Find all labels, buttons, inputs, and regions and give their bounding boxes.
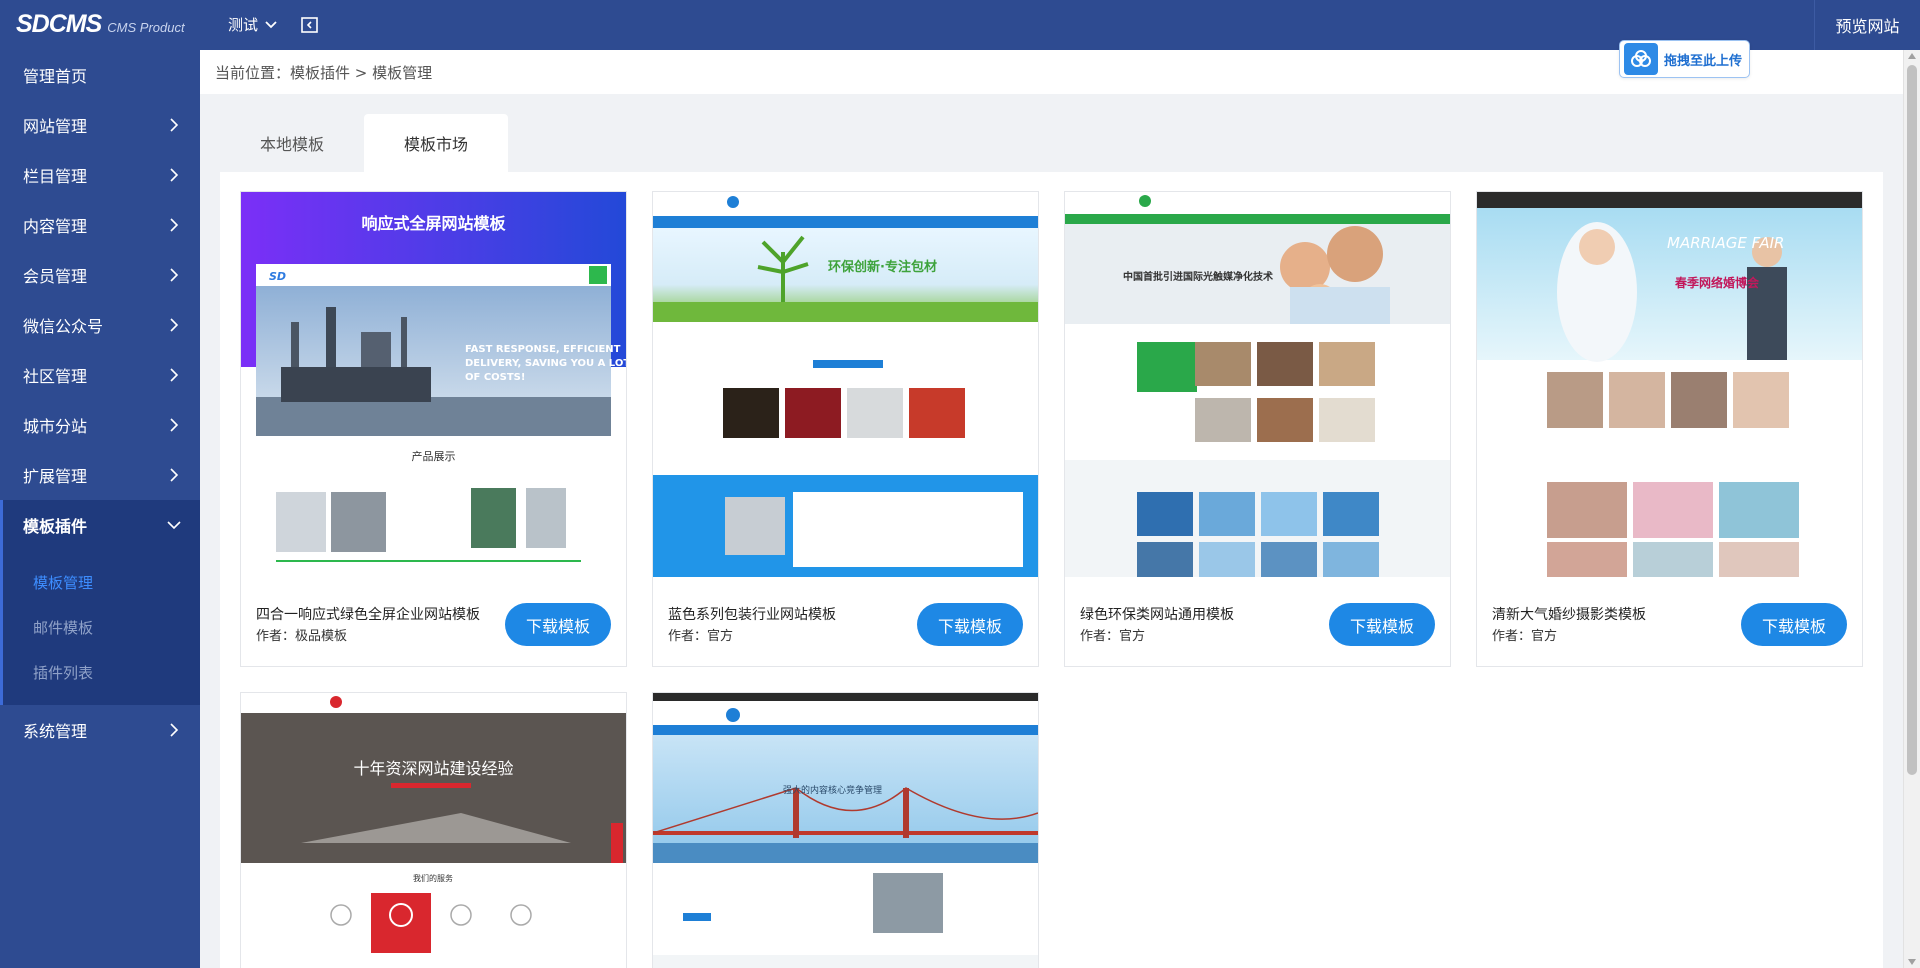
chevron-right-icon <box>170 168 179 182</box>
template-title: 清新大气婚纱摄影类模板 <box>1492 607 1646 623</box>
sidebar-item-label: 扩展管理 <box>23 467 88 486</box>
thumb-headline: 强大的内容核心竞争管理 <box>783 786 883 796</box>
sidebar-item-template-plugin[interactable]: 模板插件 <box>0 500 200 550</box>
template-card: 环保创新·专注包材 蓝色系列包装行业网站模板 作者：官方 下载模板 <box>652 191 1039 667</box>
template-card: 我们的服务 十年资深网站建设经验 <box>240 692 627 968</box>
sidebar-item-label: 栏目管理 <box>23 167 88 186</box>
svg-text:DELIVERY, SAVING YOU A LOT: DELIVERY, SAVING YOU A LOT <box>465 358 626 369</box>
sidebar-item-home[interactable]: 管理首页 <box>0 50 200 100</box>
thumb-headline: 环保创新·专注包材 <box>828 260 937 275</box>
cloud-upload-icon <box>1624 43 1658 75</box>
template-card: 中国首批引进国际光触媒净化技术 绿色环保类网站通用模板 作者：官方 下载模板 <box>1064 191 1451 667</box>
template-thumbnail[interactable]: 环保创新·专注包材 <box>653 192 1038 577</box>
download-template-button[interactable]: 下载模板 <box>1741 603 1847 646</box>
sidebar: 管理首页 网站管理 栏目管理 内容管理 会员管理 微信公众号 社区管理 城市分站… <box>0 50 200 968</box>
logo-sub: CMS Product <box>107 20 185 35</box>
collapse-sidebar-icon[interactable] <box>300 15 320 35</box>
tab-local-templates[interactable]: 本地模板 <box>220 114 364 172</box>
template-market-panel: SD FAST RESPONSE, EFFICIENT DELIVERY, SA… <box>220 172 1883 968</box>
chevron-right-icon <box>170 268 179 282</box>
sidebar-item-wechat[interactable]: 微信公众号 <box>0 300 200 350</box>
sidebar-item-label: 会员管理 <box>23 267 88 286</box>
template-card: MARRIAGE FAIR 春季网络婚博会 清新大气婚纱摄影类模板 作者：官方 … <box>1476 191 1863 667</box>
page-scrollbar[interactable] <box>1903 50 1920 968</box>
chevron-right-icon <box>170 318 179 332</box>
upload-label: 拖拽至此上传 <box>1664 53 1743 69</box>
template-card: 强大的内容核心竞争管理 <box>652 692 1039 968</box>
sidebar-item-column[interactable]: 栏目管理 <box>0 150 200 200</box>
chevron-right-icon <box>170 418 179 432</box>
template-title: 蓝色系列包装行业网站模板 <box>668 607 836 623</box>
sidebar-item-site[interactable]: 网站管理 <box>0 100 200 150</box>
drag-upload-button[interactable]: 拖拽至此上传 <box>1619 40 1750 78</box>
sidebar-item-label: 城市分站 <box>23 417 88 436</box>
scrollbar-thumb[interactable] <box>1907 65 1917 775</box>
sidebar-subitem-plugin-list[interactable]: 插件列表 <box>3 650 200 695</box>
sidebar-item-label: 网站管理 <box>23 117 88 136</box>
thumb-tagline: 春季网络婚博会 <box>1675 276 1760 290</box>
template-author: 作者：官方 <box>668 629 734 644</box>
thumb-headline: MARRIAGE FAIR <box>1667 234 1785 252</box>
svg-text:FAST RESPONSE, EFFICIENT: FAST RESPONSE, EFFICIENT <box>465 344 621 355</box>
template-thumbnail[interactable]: 中国首批引进国际光触媒净化技术 <box>1065 192 1450 577</box>
sidebar-item-system[interactable]: 系统管理 <box>0 705 200 755</box>
scroll-up-icon[interactable] <box>1908 53 1916 59</box>
download-template-button[interactable]: 下载模板 <box>917 603 1023 646</box>
chevron-right-icon <box>170 118 179 132</box>
svg-text:OF COSTS!: OF COSTS! <box>465 372 525 383</box>
svg-text:SD: SD <box>269 270 286 283</box>
template-thumbnail[interactable]: 我们的服务 十年资深网站建设经验 <box>241 693 626 968</box>
sidebar-item-label: 微信公众号 <box>23 317 104 336</box>
site-name: 测试 <box>228 16 259 34</box>
sidebar-item-city[interactable]: 城市分站 <box>0 400 200 450</box>
chevron-down-icon <box>265 20 277 28</box>
template-title: 绿色环保类网站通用模板 <box>1080 607 1234 623</box>
sidebar-item-community[interactable]: 社区管理 <box>0 350 200 400</box>
thumb-headline: 响应式全屏网站模板 <box>361 214 506 233</box>
chevron-right-icon <box>170 368 179 382</box>
sidebar-item-label: 管理首页 <box>23 67 88 86</box>
download-template-button[interactable]: 下载模板 <box>1329 603 1435 646</box>
template-author: 作者：极品模板 <box>256 629 348 644</box>
sidebar-item-member[interactable]: 会员管理 <box>0 250 200 300</box>
sidebar-item-label: 内容管理 <box>23 217 88 236</box>
template-thumbnail[interactable]: 强大的内容核心竞争管理 <box>653 693 1038 968</box>
preview-site-button[interactable]: 预览网站 <box>1814 0 1920 50</box>
template-thumbnail[interactable]: MARRIAGE FAIR 春季网络婚博会 <box>1477 192 1862 577</box>
sidebar-item-label: 系统管理 <box>23 722 88 741</box>
template-title: 四合一响应式绿色全屏企业网站模板 <box>256 607 480 623</box>
chevron-right-icon <box>170 218 179 232</box>
template-author: 作者：官方 <box>1080 629 1146 644</box>
sidebar-item-content[interactable]: 内容管理 <box>0 200 200 250</box>
template-thumbnail[interactable]: SD FAST RESPONSE, EFFICIENT DELIVERY, SA… <box>241 192 626 577</box>
sidebar-subitem-template-manage[interactable]: 模板管理 <box>3 560 200 605</box>
sidebar-subitem-mail-template[interactable]: 邮件模板 <box>3 605 200 650</box>
template-card: SD FAST RESPONSE, EFFICIENT DELIVERY, SA… <box>240 191 627 667</box>
sidebar-item-label: 模板插件 <box>23 517 88 536</box>
site-selector[interactable]: 测试 <box>228 14 278 35</box>
svg-text:我们的服务: 我们的服务 <box>413 873 453 883</box>
submenu-template-plugin: 模板管理 邮件模板 插件列表 <box>0 550 200 705</box>
download-template-button[interactable]: 下载模板 <box>505 603 611 646</box>
chevron-down-icon <box>167 521 181 530</box>
scroll-down-icon[interactable] <box>1908 959 1916 965</box>
chevron-right-icon <box>170 468 179 482</box>
sidebar-item-label: 社区管理 <box>23 367 88 386</box>
thumb-headline: 十年资深网站建设经验 <box>353 759 514 778</box>
template-author: 作者：官方 <box>1492 629 1558 644</box>
thumb-headline: 中国首批引进国际光触媒净化技术 <box>1123 272 1273 283</box>
logo-main: SDCMS <box>16 10 102 38</box>
logo[interactable]: SDCMS CMS Product <box>16 10 185 40</box>
sidebar-item-extend[interactable]: 扩展管理 <box>0 450 200 500</box>
chevron-right-icon <box>170 723 179 737</box>
tab-template-market[interactable]: 模板市场 <box>364 114 508 172</box>
thumb-section: 产品展示 <box>411 450 456 463</box>
